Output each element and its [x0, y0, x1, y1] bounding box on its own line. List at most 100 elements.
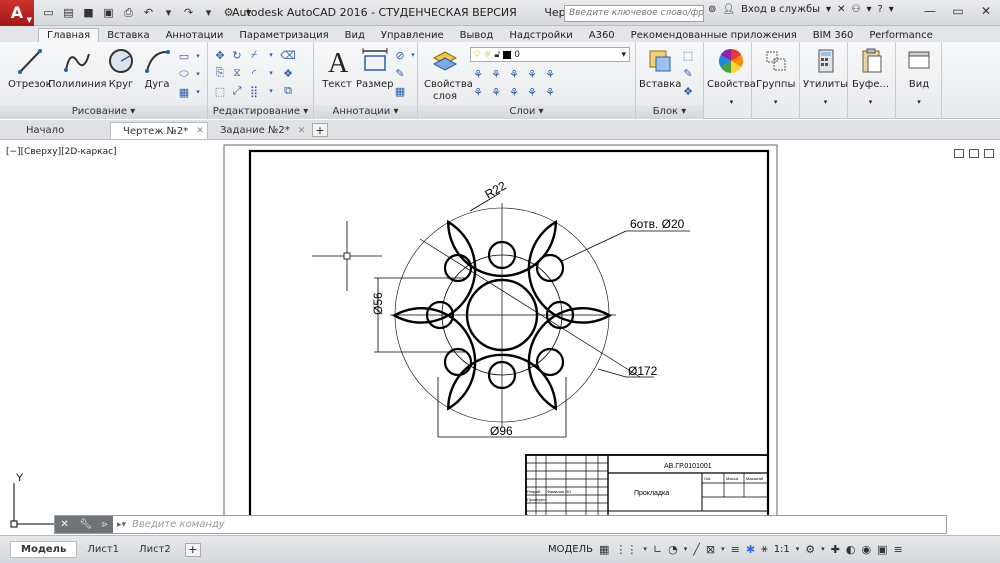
snap-dropdown-icon[interactable]: ▾ — [643, 545, 647, 553]
clean-screen-icon[interactable]: ▣ — [877, 543, 887, 556]
osnap-dropdown-icon[interactable]: ▾ — [721, 545, 725, 553]
osnap-icon[interactable]: ⊠ — [706, 543, 715, 556]
modify-panel-footer[interactable]: Редактирование ▾ — [208, 105, 313, 119]
print-icon[interactable]: ⎙ — [120, 4, 137, 21]
array-icon[interactable]: ⣿ — [246, 83, 262, 99]
trim-dropdown-icon[interactable]: ▾ — [263, 47, 279, 63]
hardware-accel-icon[interactable]: ◉ — [862, 543, 872, 556]
workspace-dropdown-icon[interactable]: ▾ — [821, 545, 825, 553]
layer-tool-3-icon[interactable]: ⚘ — [506, 66, 522, 82]
mirror-icon[interactable]: ⧖ — [229, 65, 245, 81]
search-input[interactable]: Введите ключевое слово/фразу — [564, 5, 704, 22]
polyline-button[interactable]: Полилиния — [48, 46, 106, 90]
snap-icon[interactable]: ⋮⋮ — [615, 543, 637, 556]
application-menu-button[interactable]: A ▼ — [0, 0, 34, 26]
doc-tab-start[interactable]: Начало — [14, 122, 110, 139]
layer-tool-9-icon[interactable]: ⚘ — [524, 84, 540, 100]
hatch-dropdown-icon[interactable]: ▾ — [194, 84, 202, 100]
layer-tool-8-icon[interactable]: ⚘ — [506, 84, 522, 100]
ribbon-tab-home[interactable]: Главная — [38, 28, 100, 42]
scale-dropdown-icon[interactable]: ▾ — [796, 545, 800, 553]
scale-icon[interactable]: ⤢ — [229, 83, 245, 99]
ribbon-tab-a360[interactable]: A360 — [581, 29, 623, 42]
layout-tab-model[interactable]: Модель — [10, 541, 78, 558]
annotation-autoscale-icon[interactable]: ⚹ — [761, 542, 768, 556]
ortho-icon[interactable]: ∟ — [653, 543, 662, 556]
help-button[interactable]: ? — [877, 4, 882, 15]
save-as-icon[interactable]: ▣ — [100, 4, 117, 21]
layer-tool-7-icon[interactable]: ⚘ — [488, 84, 504, 100]
move-icon[interactable]: ✥ — [212, 47, 228, 63]
arc-button[interactable]: Дуга — [142, 46, 172, 90]
new-tab-button[interactable]: + — [312, 123, 328, 137]
annotation-monitor-icon[interactable]: ✚ — [831, 543, 840, 556]
doc-tab-assignment2[interactable]: Задание №2* ✕ — [208, 122, 308, 139]
dimension-button[interactable]: Размер — [356, 46, 394, 90]
grid-icon[interactable]: ▦ — [599, 543, 609, 556]
utilities-button[interactable]: Утилиты ▾ — [803, 46, 848, 106]
layer-tool-10-icon[interactable]: ⚘ — [542, 84, 558, 100]
rectangle-icon[interactable]: ▭ — [176, 48, 192, 64]
table-icon[interactable]: ▦ — [392, 83, 408, 99]
help-dropdown-icon[interactable]: ▾ — [889, 4, 894, 15]
model-space-button[interactable]: МОДЕЛЬ — [548, 544, 593, 555]
close-icon[interactable]: ✕ — [972, 0, 1000, 22]
leader-dropdown-icon[interactable]: ▾ — [410, 47, 416, 63]
new-layout-button[interactable]: + — [184, 542, 201, 557]
save-icon[interactable]: ■ — [80, 4, 97, 21]
fillet-dropdown-icon[interactable]: ▾ — [263, 65, 279, 81]
offset-icon[interactable]: ⧉ — [280, 83, 296, 99]
isolate-icon[interactable]: ◐ — [846, 543, 856, 556]
layer-dropdown[interactable]: 💡︎ ☼ 🔓︎ 0 ▾ — [470, 47, 630, 62]
close-icon[interactable]: ✕ — [60, 519, 68, 530]
stretch-icon[interactable]: ⬚ — [212, 83, 228, 99]
rectangle-dropdown-icon[interactable]: ▾ — [194, 48, 202, 64]
create-block-icon[interactable]: ⬚ — [680, 47, 696, 63]
workspace-gear-icon[interactable]: ⚙ — [805, 543, 815, 556]
open-folder-icon[interactable]: ▤ — [60, 4, 77, 21]
ellipse-icon[interactable]: ⬭ — [176, 66, 192, 82]
signin-link[interactable]: Вход в службы — [741, 4, 820, 15]
redo-icon[interactable]: ↷ — [180, 4, 197, 21]
ribbon-tab-annotate[interactable]: Аннотации — [158, 29, 232, 42]
ribbon-tab-featured-apps[interactable]: Рекомендованные приложения — [623, 29, 805, 42]
layer-tool-1-icon[interactable]: ⚘ — [470, 66, 486, 82]
copy-icon[interactable]: ⎘ — [212, 65, 228, 81]
erase-icon[interactable]: ⌫ — [280, 47, 296, 63]
ribbon-tab-insert[interactable]: Вставка — [99, 29, 157, 42]
command-input[interactable]: Введите команду — [132, 519, 225, 530]
new-file-icon[interactable]: ▭ — [40, 4, 57, 21]
close-icon[interactable]: ✕ — [298, 126, 306, 136]
clipboard-button[interactable]: Буфе... ▾ — [852, 46, 889, 106]
minimize-icon[interactable]: — — [916, 0, 944, 22]
layer-tool-6-icon[interactable]: ⚘ — [470, 84, 486, 100]
undo-dropdown-icon[interactable]: ▾ — [160, 4, 177, 21]
signin-dropdown-icon[interactable]: ▾ — [826, 4, 831, 15]
annotation-panel-footer[interactable]: Аннотации ▾ — [314, 105, 417, 119]
table-tool-icon[interactable]: ✎ — [392, 65, 408, 81]
exchange-icon[interactable]: ✕ — [837, 4, 845, 15]
ribbon-tab-parametric[interactable]: Параметризация — [231, 29, 336, 42]
close-icon[interactable]: ✕ — [196, 126, 204, 136]
lineweight-icon[interactable]: ≡ — [731, 543, 740, 556]
layout-tab-sheet1[interactable]: Лист1 — [77, 542, 129, 557]
trim-icon[interactable]: ⌿ — [246, 47, 262, 63]
explode-icon[interactable]: ❖ — [280, 65, 296, 81]
annotation-scale[interactable]: 1:1 — [774, 544, 790, 555]
binoculars-icon[interactable]: ⊚ — [708, 4, 716, 15]
a360-dropdown-icon[interactable]: ▾ — [866, 4, 871, 15]
ribbon-tab-addins[interactable]: Надстройки — [501, 29, 580, 42]
maximize-icon[interactable]: ▭ — [944, 0, 972, 22]
ribbon-tab-performance[interactable]: Performance — [861, 29, 940, 42]
block-panel-footer[interactable]: Блок ▾ — [636, 105, 703, 119]
insert-block-button[interactable]: Вставка — [639, 46, 681, 90]
hatch-icon[interactable]: ▦ — [176, 84, 192, 100]
layers-panel-footer[interactable]: Слои ▾ — [418, 105, 635, 119]
fillet-icon[interactable]: ◜ — [246, 65, 262, 81]
view-button[interactable]: Вид ▾ — [904, 46, 934, 106]
block-attrib-icon[interactable]: ❖ — [680, 83, 696, 99]
wrench-icon[interactable]: 🔧︎ — [79, 519, 92, 530]
groups-button[interactable]: Группы ▾ — [756, 46, 795, 106]
a360-icon[interactable]: ⚇ — [851, 4, 860, 15]
isodraft-icon[interactable]: ╱ — [693, 543, 700, 556]
